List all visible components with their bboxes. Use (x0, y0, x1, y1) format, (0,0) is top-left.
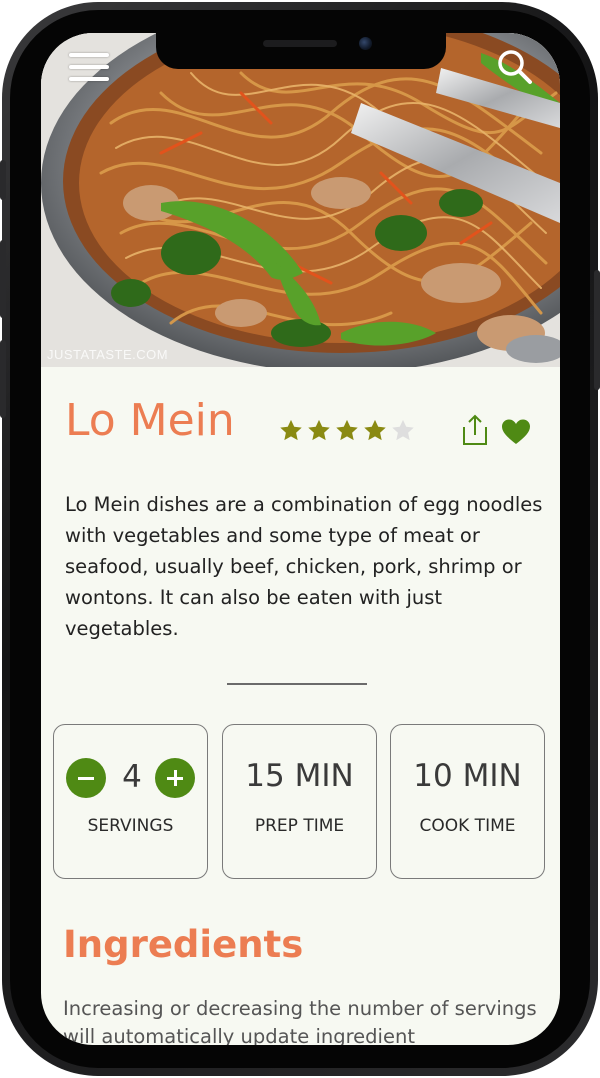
cook-time-value: 10 MIN (413, 758, 522, 794)
volume-down-button (0, 340, 6, 418)
star-filled-icon (334, 418, 360, 443)
prep-time-card: 15 MIN PREP TIME (222, 724, 377, 879)
share-button[interactable] (460, 413, 490, 447)
phone-notch (156, 33, 446, 69)
decrease-servings-button[interactable] (66, 758, 106, 798)
search-icon (498, 50, 532, 84)
servings-label: SERVINGS (87, 816, 174, 836)
power-button (594, 270, 600, 390)
star-filled-icon (278, 418, 304, 443)
ingredients-heading: Ingredients (63, 923, 304, 966)
speaker-grille (263, 40, 337, 47)
star-filled-icon (306, 418, 332, 443)
servings-count: 4 (122, 759, 142, 795)
silent-switch (0, 160, 6, 200)
front-camera (359, 37, 372, 50)
servings-card: 4 SERVINGS (53, 724, 208, 879)
section-divider (227, 683, 367, 685)
favorite-button[interactable] (501, 418, 531, 446)
photo-watermark: JUSTATASTE.COM (47, 347, 169, 362)
noodle-dish-illustration (41, 33, 560, 367)
star-empty-icon (390, 418, 416, 443)
recipe-title: Lo Mein (65, 395, 235, 446)
ingredients-note: Increasing or decreasing the number of s… (63, 997, 537, 1045)
cook-time-label: COOK TIME (419, 816, 516, 836)
volume-up-button (0, 240, 6, 318)
prep-time-value: 15 MIN (245, 758, 354, 794)
search-button[interactable] (495, 47, 535, 87)
recipe-photo: JUSTATASTE.COM (41, 33, 560, 367)
star-filled-icon (362, 418, 388, 443)
star-rating (278, 418, 416, 443)
recipe-description: Lo Mein dishes are a combination of egg … (65, 493, 543, 640)
menu-button[interactable] (69, 49, 111, 83)
app-screen: JUSTATASTE.COM Lo Mein Lo Mein dishes ar… (41, 33, 560, 1045)
cook-time-card: 10 MIN COOK TIME (390, 724, 545, 879)
heart-icon (502, 419, 530, 444)
share-icon (463, 414, 487, 445)
prep-time-label: PREP TIME (254, 816, 345, 836)
increase-servings-button[interactable] (155, 758, 195, 798)
